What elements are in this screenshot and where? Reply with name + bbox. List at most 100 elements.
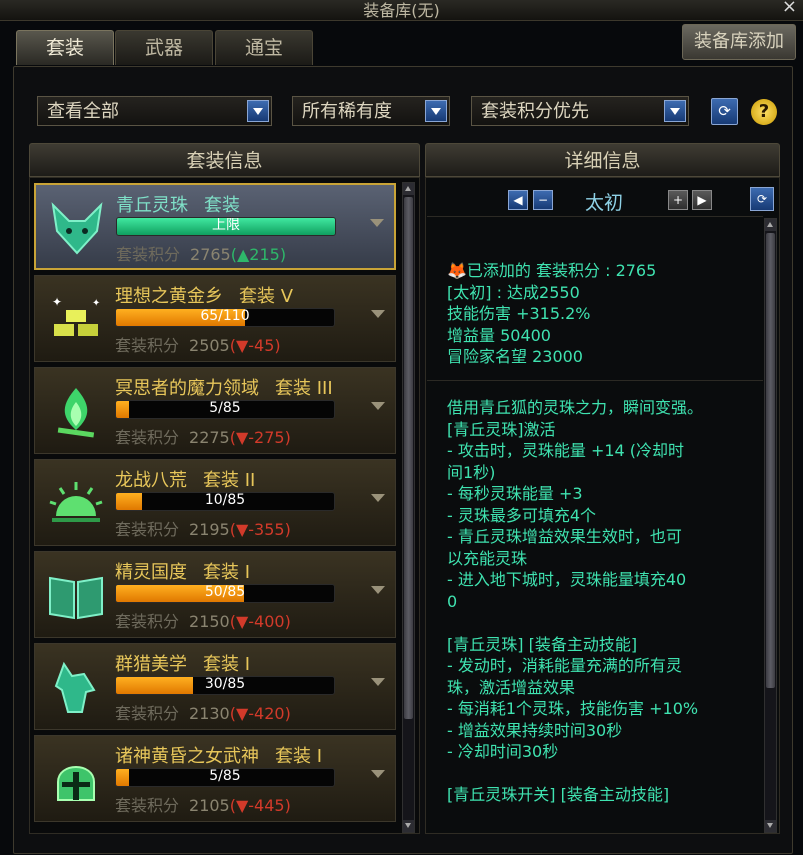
stat-line: 冒险家名望 23000	[447, 347, 583, 366]
tab-weapons[interactable]: 武器	[115, 30, 213, 65]
set-score-value: 2130	[189, 704, 230, 723]
level-nav: ◀ − 太初 + ▶ ⟳	[425, 184, 780, 216]
chevron-down-icon[interactable]	[371, 402, 385, 410]
description-line: - 青丘灵珠增益效果生效时，也可	[447, 527, 682, 546]
wolf-icon	[43, 658, 109, 718]
description-line: [青丘灵珠]激活	[447, 419, 556, 439]
set-score-delta: (▼-420)	[229, 704, 291, 723]
set-stats: 🦊已添加的 套装积分 : 2765 [太初] : 达成2550 技能伤害 +31…	[447, 260, 656, 368]
refresh-icon[interactable]: ⟳	[711, 98, 738, 125]
description-line: [青丘灵珠开关] [装备主动技能]	[447, 785, 670, 804]
set-progress-bar: 10/85	[115, 492, 335, 511]
set-progress-text: 65/110	[200, 308, 250, 324]
set-progress-text: 50/85	[204, 584, 246, 600]
set-list-item[interactable]: 青丘灵珠 套装 上限 套装积分 2765(▲215)	[34, 183, 396, 270]
svg-text:✦: ✦	[52, 295, 62, 309]
description-line: 间1秒)	[447, 462, 496, 482]
rarity-filter-dropdown[interactable]: 所有稀有度	[292, 96, 450, 126]
description-line: - 增益效果持续时间30秒	[447, 720, 623, 740]
scroll-thumb[interactable]	[766, 233, 775, 688]
set-info-header: 套装信息	[29, 143, 420, 177]
sort-dropdown[interactable]: 套装积分优先	[471, 96, 689, 126]
set-progress-bar: 上限	[116, 217, 336, 236]
set-score: 套装积分 2150(▼-400)	[115, 612, 291, 631]
set-score-value: 2765	[190, 245, 231, 264]
tab-tongbao[interactable]: 通宝	[215, 30, 313, 65]
stat-line: [太初] : 达成2550	[447, 282, 580, 302]
description-line: - 发动时，消耗能量充满的所有灵	[447, 656, 682, 675]
set-list-item[interactable]: 精灵国度 套装 I 50/85 套装积分 2150(▼-400)	[34, 551, 396, 638]
set-progress-text: 30/85	[204, 676, 246, 692]
chevron-down-icon[interactable]	[371, 310, 385, 318]
add-to-library-button[interactable]: 装备库添加	[682, 24, 796, 60]
next-level-icon[interactable]: +	[668, 190, 688, 210]
set-progress-text: 10/85	[204, 492, 246, 508]
divider	[427, 380, 763, 381]
window-title: 装备库(无)	[363, 1, 440, 20]
view-filter-value: 查看全部	[47, 101, 119, 122]
tab-sets[interactable]: 套装	[16, 30, 114, 65]
chevron-down-icon[interactable]	[371, 678, 385, 686]
set-name: 理想之黄金乡 套装 V	[115, 286, 294, 307]
refresh-icon[interactable]: ⟳	[750, 187, 774, 211]
help-icon[interactable]: ?	[751, 99, 777, 125]
stat-line: 增益量 50400	[447, 325, 551, 345]
set-name: 诸神黄昏之女武神 套装 I	[115, 746, 323, 767]
set-list-item[interactable]: 龙战八荒 套装 II 10/85 套装积分 2195(▼-355)	[34, 459, 396, 546]
campfire-icon	[43, 382, 109, 442]
svg-text:✦: ✦	[92, 298, 100, 309]
chevron-down-icon[interactable]	[425, 100, 447, 122]
first-level-icon[interactable]: ◀	[508, 190, 528, 210]
set-score-value: 2275	[189, 428, 230, 447]
description-line: 以充能灵珠	[447, 548, 528, 568]
close-icon[interactable]: ×	[782, 0, 797, 17]
detail-scrollbar[interactable]	[764, 218, 777, 833]
description-line: - 灵珠最多可填充4个	[447, 505, 597, 525]
set-progress-text: 上限	[212, 217, 240, 233]
description-line: 借用青丘狐的灵珠之力，瞬间变强。	[447, 398, 704, 417]
set-list-scrollbar[interactable]	[402, 182, 415, 833]
scroll-thumb[interactable]	[404, 197, 413, 719]
set-score-value: 2150	[189, 612, 230, 631]
set-score-delta: (▼-445)	[229, 796, 291, 815]
window-titlebar: 装备库(无) ×	[0, 0, 803, 21]
view-filter-dropdown[interactable]: 查看全部	[37, 96, 272, 126]
set-list-item[interactable]: 冥思者的魔力领域 套装 III 5/85 套装积分 2275(▼-275)	[34, 367, 396, 454]
description-line	[447, 763, 759, 785]
prev-level-icon[interactable]: −	[533, 190, 553, 210]
scroll-down-icon[interactable]	[765, 820, 776, 832]
set-score-delta: (▼-400)	[229, 612, 291, 631]
chevron-down-icon[interactable]	[370, 219, 384, 227]
scroll-up-icon[interactable]	[403, 183, 414, 195]
scroll-up-icon[interactable]	[765, 219, 776, 231]
chevron-down-icon[interactable]	[664, 100, 686, 122]
chevron-down-icon[interactable]	[371, 586, 385, 594]
chevron-down-icon[interactable]	[247, 100, 269, 122]
set-score-delta: (▼-275)	[229, 428, 291, 447]
level-label: 太初	[585, 192, 624, 214]
set-progress-bar: 65/110	[115, 308, 335, 327]
set-score: 套装积分 2275(▼-275)	[115, 428, 291, 447]
set-score: 套装积分 2105(▼-445)	[115, 796, 291, 815]
divider	[427, 216, 763, 217]
set-list-item[interactable]: ✦ ✦ 理想之黄金乡 套装 V 65/110 套装积分 2505(▼-45)	[34, 275, 396, 362]
book-icon	[43, 566, 109, 626]
set-score-value: 2195	[189, 520, 230, 539]
description-line: [青丘灵珠] [装备主动技能]	[447, 634, 638, 654]
fox-icon: 🦊	[447, 261, 467, 280]
rarity-filter-value: 所有稀有度	[302, 101, 392, 122]
chevron-down-icon[interactable]	[371, 494, 385, 502]
scroll-down-icon[interactable]	[403, 820, 414, 832]
set-score-value: 2505	[189, 336, 230, 355]
stat-line: 技能伤害 +315.2%	[447, 304, 591, 323]
set-progress-bar: 5/85	[115, 768, 335, 787]
description-line: - 每秒灵珠能量 +3	[447, 484, 583, 503]
set-list-item[interactable]: 群猎美学 套装 I 30/85 套装积分 2130(▼-420)	[34, 643, 396, 730]
description-line	[447, 612, 759, 634]
helmet-icon	[43, 750, 109, 810]
set-list-item[interactable]: 诸神黄昏之女武神 套装 I 5/85 套装积分 2105(▼-445)	[34, 735, 396, 822]
last-level-icon[interactable]: ▶	[692, 190, 712, 210]
stat-line: 🦊已添加的 套装积分 : 2765	[447, 261, 657, 280]
set-tier: 套装	[204, 195, 240, 216]
chevron-down-icon[interactable]	[371, 770, 385, 778]
